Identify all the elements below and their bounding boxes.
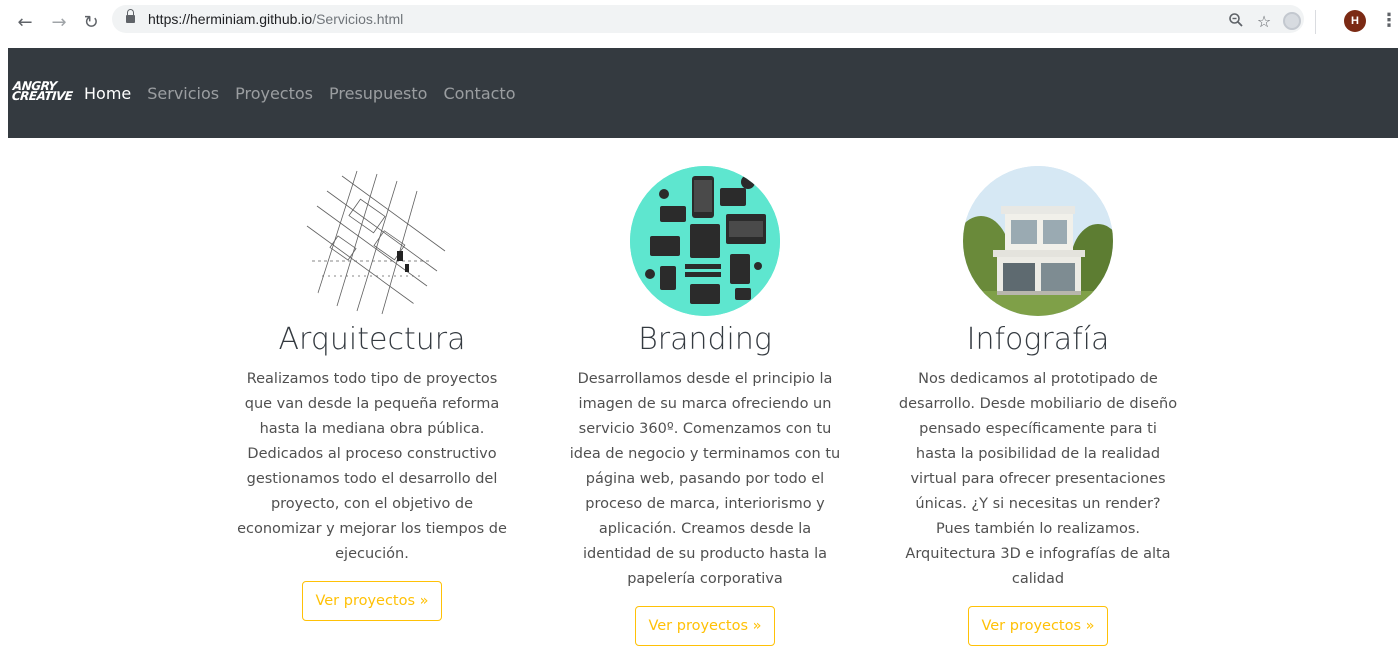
nav-link-contacto[interactable]: Contacto: [435, 82, 523, 106]
avatar[interactable]: H: [1344, 10, 1366, 32]
nav-link-home[interactable]: Home: [84, 82, 139, 106]
service-description: Desarrollamos desde el principio la imag…: [569, 371, 841, 587]
site-navbar: ANGRY CREATIVE Home Servicios Proyectos …: [8, 48, 1398, 138]
architecture-plan-image: [297, 166, 447, 316]
back-icon[interactable]: ←: [14, 12, 36, 34]
zoom-icon[interactable]: [1226, 12, 1246, 32]
extension-icon[interactable]: [1283, 12, 1301, 30]
browser-toolbar: ← → ↻ https://herminiam.github.io/Servic…: [0, 0, 1398, 48]
toolbar-divider: [1315, 10, 1316, 34]
star-icon[interactable]: ☆: [1254, 12, 1274, 32]
reload-icon[interactable]: ↻: [80, 12, 102, 34]
address-bar[interactable]: https://herminiam.github.io/Servicios.ht…: [112, 5, 1304, 33]
service-description: Realizamos todo tipo de proyectos que va…: [237, 371, 507, 562]
service-title: Branding: [638, 322, 772, 357]
service-title: Infografía: [966, 322, 1110, 357]
service-title: Arquitectura: [278, 322, 466, 357]
ver-proyectos-button[interactable]: Ver proyectos »: [302, 581, 442, 621]
brand-logo[interactable]: ANGRY CREATIVE: [11, 79, 78, 109]
house-render-image: [963, 166, 1113, 316]
service-description: Nos dedicamos al prototipado de desarrol…: [898, 371, 1178, 587]
lock-icon: [126, 9, 135, 24]
nav-link-servicios[interactable]: Servicios: [139, 82, 227, 106]
service-card-branding: Branding Desarrollamos desde el principi…: [565, 166, 845, 646]
service-card-arquitectura: Arquitectura Realizamos todo tipo de pro…: [232, 166, 512, 621]
forward-icon[interactable]: →: [48, 12, 70, 34]
url-text[interactable]: https://herminiam.github.io/Servicios.ht…: [148, 11, 403, 27]
nav-links: Home Servicios Proyectos Presupuesto Con…: [84, 82, 524, 106]
service-card-infografia: Infografía Nos dedicamos al prototipado …: [898, 166, 1178, 646]
menu-icon[interactable]: ⋮: [1380, 10, 1398, 32]
nav-link-proyectos[interactable]: Proyectos: [227, 82, 321, 106]
ver-proyectos-button[interactable]: Ver proyectos »: [635, 606, 775, 646]
nav-link-presupuesto[interactable]: Presupuesto: [321, 82, 435, 106]
branding-mockup-image: [630, 166, 780, 316]
ver-proyectos-button[interactable]: Ver proyectos »: [968, 606, 1108, 646]
